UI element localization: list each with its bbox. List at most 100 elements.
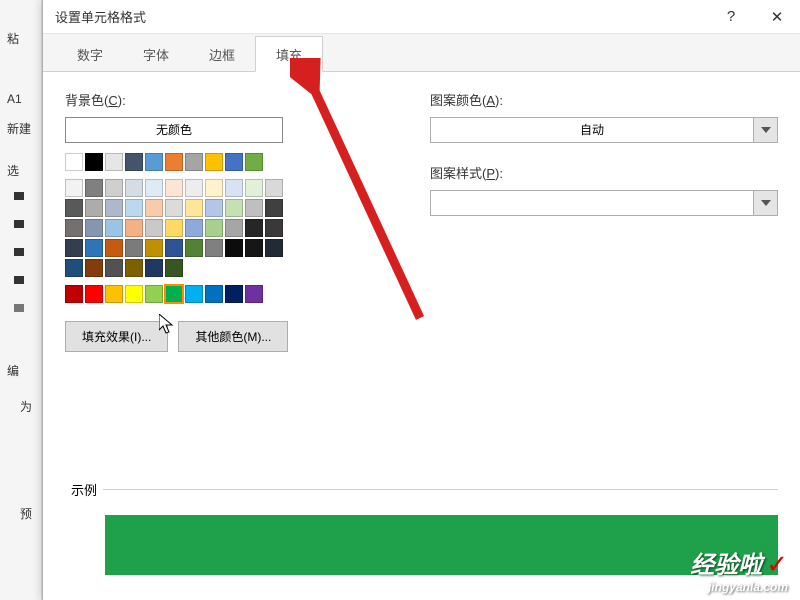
bg-marker [14,220,24,228]
color-swatch[interactable] [265,179,283,197]
bg-for-text: 为 [20,398,32,415]
color-swatch[interactable] [85,153,103,171]
bg-marker [14,192,24,200]
color-swatch[interactable] [105,153,123,171]
color-swatch[interactable] [145,285,163,303]
color-swatch[interactable] [225,153,243,171]
color-swatch[interactable] [85,179,103,197]
color-swatch[interactable] [145,153,163,171]
tab-fill[interactable]: 填充 [255,36,323,72]
color-swatch[interactable] [145,199,163,217]
color-swatch[interactable] [205,199,223,217]
pattern-style-select[interactable] [430,190,778,216]
color-swatch[interactable] [85,239,103,257]
color-swatch[interactable] [165,153,183,171]
pattern-color-value: 自动 [430,117,754,143]
tab-font[interactable]: 字体 [123,37,189,71]
color-swatch[interactable] [125,259,143,277]
color-swatch[interactable] [145,239,163,257]
color-swatch[interactable] [225,179,243,197]
color-swatch[interactable] [245,239,263,257]
background-app-strip: 粘 A1 新建 选 编 为 预 [0,0,42,600]
color-swatch[interactable] [185,153,203,171]
color-swatch[interactable] [105,199,123,217]
color-swatch[interactable] [165,259,183,277]
color-swatch[interactable] [125,285,143,303]
color-swatch[interactable] [265,219,283,237]
bg-cell-ref: A1 [7,92,22,106]
color-swatch[interactable] [165,285,183,303]
color-swatch[interactable] [85,285,103,303]
color-swatch[interactable] [165,239,183,257]
color-swatch[interactable] [245,285,263,303]
color-swatch[interactable] [145,259,163,277]
color-swatch[interactable] [245,179,263,197]
color-swatch[interactable] [85,199,103,217]
color-swatch[interactable] [225,199,243,217]
color-swatch[interactable] [185,199,203,217]
color-swatch[interactable] [185,239,203,257]
right-column: 图案颜色(A): 自动 图案样式(P): [430,90,778,352]
color-swatch[interactable] [85,259,103,277]
bg-paste-text: 粘 [7,30,19,47]
color-swatch[interactable] [205,219,223,237]
theme-color-grid [65,179,285,277]
more-colors-button[interactable]: 其他颜色(M)... [178,321,288,352]
color-swatch[interactable] [65,239,83,257]
help-button[interactable]: ? [708,0,754,34]
color-swatch[interactable] [105,285,123,303]
color-swatch[interactable] [85,219,103,237]
color-swatch[interactable] [225,285,243,303]
color-swatch[interactable] [185,285,203,303]
format-cells-dialog: 设置单元格格式 ? ✕ 数字 字体 边框 填充 背景色(C): 无颜色 填充效果… [42,0,800,600]
color-swatch[interactable] [105,219,123,237]
no-color-button[interactable]: 无颜色 [65,117,283,143]
color-swatch[interactable] [265,199,283,217]
color-swatch[interactable] [145,179,163,197]
pattern-style-label: 图案样式(P): [430,163,778,182]
color-swatch[interactable] [245,153,263,171]
color-swatch[interactable] [65,219,83,237]
color-swatch[interactable] [165,219,183,237]
color-swatch[interactable] [65,179,83,197]
tab-number[interactable]: 数字 [57,37,123,71]
color-swatch[interactable] [65,199,83,217]
color-swatch[interactable] [205,239,223,257]
sample-label: 示例 [65,480,103,499]
color-swatch[interactable] [125,239,143,257]
color-swatch[interactable] [205,285,223,303]
color-swatch[interactable] [65,259,83,277]
color-swatch[interactable] [105,239,123,257]
color-swatch[interactable] [225,219,243,237]
color-swatch[interactable] [125,199,143,217]
close-button[interactable]: ✕ [754,0,800,34]
color-swatch[interactable] [245,219,263,237]
color-swatch[interactable] [205,153,223,171]
color-swatch[interactable] [185,219,203,237]
color-swatch[interactable] [105,259,123,277]
theme-color-row [65,153,285,171]
color-swatch[interactable] [225,239,243,257]
tab-border[interactable]: 边框 [189,37,255,71]
standard-color-row [65,285,310,303]
color-swatch[interactable] [165,179,183,197]
color-swatch[interactable] [265,239,283,257]
color-swatch[interactable] [125,179,143,197]
color-swatch[interactable] [185,179,203,197]
color-swatch[interactable] [65,153,83,171]
bg-new-text: 新建 [7,120,31,137]
left-column: 背景色(C): 无颜色 填充效果(I)... 其他颜色(M)... [65,90,310,352]
fill-effects-button[interactable]: 填充效果(I)... [65,321,168,352]
color-swatch[interactable] [145,219,163,237]
bg-marker [14,276,24,284]
color-swatch[interactable] [165,199,183,217]
color-swatch[interactable] [105,179,123,197]
pattern-color-select[interactable]: 自动 [430,117,778,143]
color-swatch[interactable] [125,219,143,237]
pattern-color-label: 图案颜色(A): [430,90,778,109]
color-swatch[interactable] [125,153,143,171]
pattern-style-value [430,190,754,216]
color-swatch[interactable] [205,179,223,197]
color-swatch[interactable] [245,199,263,217]
color-swatch[interactable] [65,285,83,303]
